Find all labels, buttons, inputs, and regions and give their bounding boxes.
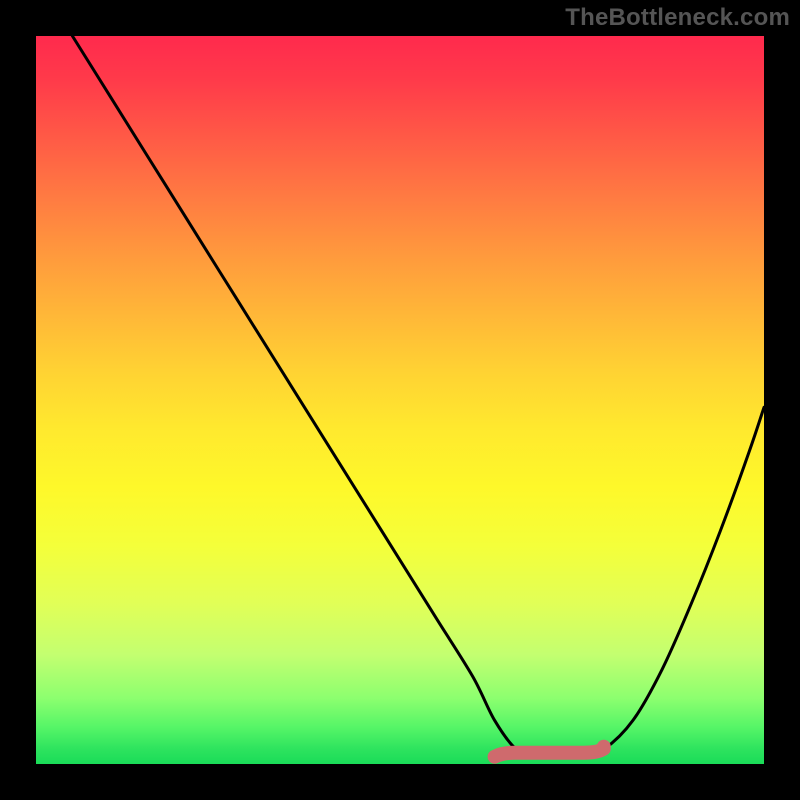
optimal-range-marker <box>495 749 604 757</box>
chart-svg <box>36 36 764 764</box>
watermark-text: TheBottleneck.com <box>565 4 790 32</box>
optimal-end-dot <box>597 740 611 754</box>
bottleneck-curve-path <box>72 36 764 757</box>
chart-frame: TheBottleneck.com <box>0 0 800 800</box>
